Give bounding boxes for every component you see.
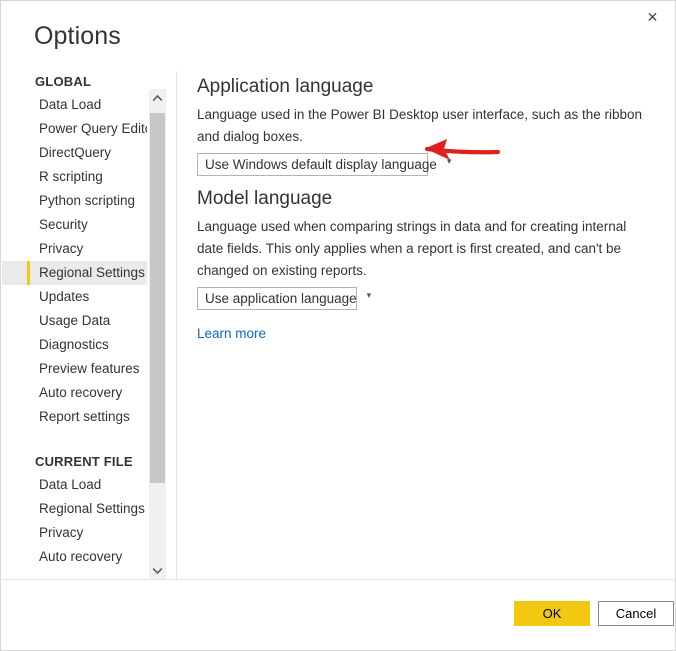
sidebar-item-updates[interactable]: Updates (2, 285, 147, 309)
sidebar-item-preview-features[interactable]: Preview features (2, 357, 147, 381)
application-language-heading: Application language (197, 76, 374, 97)
close-icon: ✕ (646, 10, 659, 26)
model-language-dropdown-value: Use application language (205, 291, 357, 306)
cancel-button[interactable]: Cancel (598, 601, 674, 626)
chevron-up-icon (153, 94, 162, 101)
sidebar-item-directquery[interactable]: DirectQuery (2, 141, 147, 165)
sidebar-item-r-scripting[interactable]: R scripting (2, 165, 147, 189)
sidebar-item-privacy[interactable]: Privacy (2, 237, 147, 261)
sidebar: GLOBAL Data Load Power Query Editor Dire… (2, 71, 147, 579)
dialog-titlebar: Options ✕ (1, 1, 676, 65)
sidebar-item-security[interactable]: Security (2, 213, 147, 237)
scrollbar-thumb[interactable] (150, 113, 165, 483)
sidebar-list-current-file: Data Load Regional Settings Privacy Auto… (2, 473, 147, 569)
application-language-description: Language used in the Power BI Desktop us… (197, 107, 643, 144)
page-title: Options (34, 22, 121, 50)
sidebar-item-python-scripting[interactable]: Python scripting (2, 189, 147, 213)
sidebar-item-diagnostics[interactable]: Diagnostics (2, 333, 147, 357)
learn-more-row: Learn more (197, 310, 653, 343)
model-language-dropdown[interactable]: Use application language ▾ (197, 287, 371, 310)
sidebar-item-auto-recovery[interactable]: Auto recovery (2, 381, 147, 405)
model-language-heading: Model language (197, 188, 333, 209)
application-language-dropdown[interactable]: Use Windows default display language ▾ (197, 153, 451, 176)
vertical-divider (176, 71, 177, 579)
sidebar-item-current-regional-settings[interactable]: Regional Settings (2, 497, 147, 521)
sidebar-item-data-load[interactable]: Data Load (2, 93, 147, 117)
sidebar-item-current-data-load[interactable]: Data Load (2, 473, 147, 497)
options-dialog: Options ✕ GLOBAL Data Load Power Query E… (0, 0, 676, 651)
sidebar-item-current-auto-recovery[interactable]: Auto recovery (2, 545, 147, 569)
sidebar-item-regional-settings[interactable]: Regional Settings (2, 261, 147, 285)
chevron-down-icon: ▾ (446, 157, 452, 167)
scrollbar-up-arrow-button[interactable] (149, 89, 166, 106)
ok-button[interactable]: OK (514, 601, 590, 626)
sidebar-group-header-global: GLOBAL (35, 74, 92, 89)
sidebar-scrollbar[interactable] (149, 89, 166, 579)
sidebar-list-global: Data Load Power Query Editor DirectQuery… (2, 93, 147, 429)
sidebar-item-report-settings[interactable]: Report settings (2, 405, 147, 429)
sidebar-item-current-privacy[interactable]: Privacy (2, 521, 147, 545)
chevron-down-icon (153, 567, 162, 574)
sidebar-group-header-current-file: CURRENT FILE (35, 454, 133, 469)
learn-more-link[interactable]: Learn more (197, 325, 266, 343)
close-button[interactable]: ✕ (630, 3, 675, 33)
dialog-footer: OK Cancel (1, 580, 676, 651)
scrollbar-down-arrow-button[interactable] (149, 562, 166, 579)
sidebar-item-usage-data[interactable]: Usage Data (2, 309, 147, 333)
sidebar-item-power-query-editor[interactable]: Power Query Editor (2, 117, 147, 141)
settings-content-pane: Application language Language used in th… (197, 74, 653, 343)
application-language-dropdown-value: Use Windows default display language (205, 157, 437, 172)
chevron-down-icon: ▾ (366, 291, 372, 301)
model-language-description: Language used when comparing strings in … (197, 219, 627, 278)
